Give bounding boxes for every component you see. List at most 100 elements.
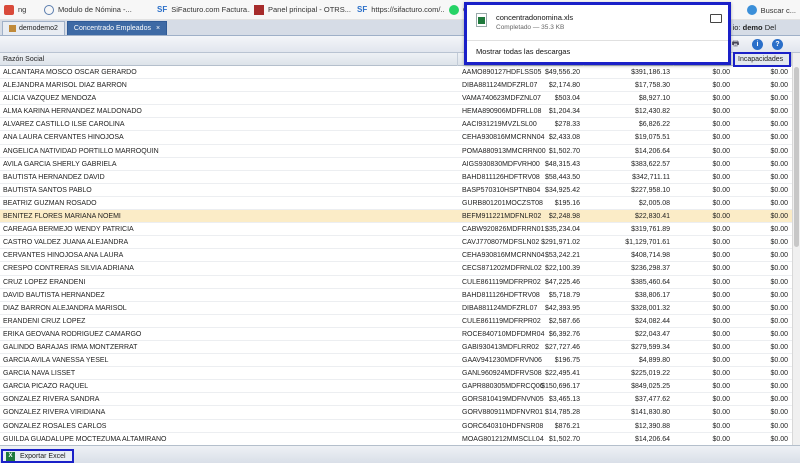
table-row[interactable]: ERANDENI CRUZ LOPEZ CULE861119MDFRPR02 $2,… (0, 315, 792, 328)
cell-incapacidades: $0.00 (770, 239, 788, 247)
cell-amount-3: $0.00 (712, 186, 730, 194)
cell-amount-3: $0.00 (712, 317, 730, 325)
table-row[interactable]: GONZALEZ RIVERA VIRIDIANA GORV880911MDFNV… (0, 406, 792, 420)
cell-amount-3: $0.00 (712, 357, 730, 365)
table-row[interactable]: ERIKA GEOVANA RODRIGUEZ CAMARGO ROCE84071… (0, 328, 792, 341)
info-icon[interactable]: i (752, 39, 763, 50)
bookmark-right[interactable]: Buscar c... (743, 0, 800, 20)
close-icon[interactable]: × (156, 25, 160, 32)
bookmark-label: Modulo de Nómina -... (58, 5, 132, 14)
cell-amount-2: $227,958.10 (631, 186, 670, 194)
table-row[interactable]: DAVID BAUTISTA HERNANDEZ BAHD811126HDFTRV… (0, 289, 792, 302)
cell-razon-social: ERIKA GEOVANA RODRIGUEZ CAMARGO (3, 330, 142, 338)
cell-amount-3: $0.00 (712, 173, 730, 181)
footer-bar: X Exportar Excel (0, 445, 800, 463)
table-row[interactable]: GARCIA NAVA LISSET GANL960924MDFRVS08 $22,… (0, 367, 792, 381)
vertical-scrollbar[interactable] (792, 53, 800, 445)
cell-incapacidades: $0.00 (770, 265, 788, 273)
table-row[interactable]: GONZALEZ ROSALES CARLOS GORC640310HDFNSR0… (0, 420, 792, 433)
news-icon (254, 4, 264, 15)
incapacidades-header[interactable]: Incapacidades (733, 52, 791, 67)
folder-icon[interactable] (710, 14, 722, 23)
table-row[interactable]: ALMA KARINA HERNANDEZ MALDONADO HEMA89090… (0, 105, 792, 119)
cell-incapacidades: $0.00 (770, 173, 788, 181)
cell-amount-3: $0.00 (712, 160, 730, 168)
download-filename[interactable]: concentradonomina.xls (496, 13, 573, 22)
table-row[interactable]: DIAZ BARRON ALEJANDRA MARISOL DIBA881124M… (0, 302, 792, 315)
table-row[interactable]: ANA LAURA CERVANTES HINOJOSA CEHA930816MM… (0, 131, 792, 145)
table-row[interactable]: GONZALEZ RIVERA SANDRA GORS810419MDFNVN05… (0, 393, 792, 407)
cell-incapacidades: $0.00 (770, 435, 788, 443)
cell-amount-2: $1,129,701.61 (625, 239, 670, 247)
cell-amount-1: $503.04 (554, 95, 580, 103)
cell-amount-2: $17,758.30 (634, 82, 670, 90)
table-row[interactable]: ANGELICA NATIVIDAD PORTILLO MARROQUIN POM… (0, 145, 792, 158)
table-row[interactable]: CAREAGA BERMEJO WENDY PATRICIA CABW920826… (0, 223, 792, 237)
globe-icon (44, 4, 54, 15)
table-row[interactable]: BEATRIZ GUZMAN ROSADO GURB801201MOCZST08 $… (0, 197, 792, 211)
export-excel-button[interactable]: X Exportar Excel (1, 449, 74, 463)
table-row[interactable]: CRESPO CONTRERAS SILVIA ADRIANA CECS87120… (0, 262, 792, 276)
download-status: Completado — 35.3 KB (496, 24, 565, 31)
cell-razon-social: ALICIA VAZQUEZ MENDOZA (3, 95, 97, 103)
cell-amount-2: $19,075.51 (634, 134, 670, 142)
cell-amount-2: $22,043.47 (634, 330, 670, 338)
help-icon[interactable]: ? (772, 39, 783, 50)
table-row[interactable]: ALVAREZ CASTILLO ILSE CAROLINA AACI931219… (0, 118, 792, 132)
table-row[interactable]: BAUTISTA HERNANDEZ DAVID BAHD811126HDFTRV… (0, 171, 792, 184)
table-row[interactable]: GARCIA AVILA VANESSA YESEL GAAV941230MDFR… (0, 354, 792, 368)
cell-amount-1: $3,465.13 (548, 396, 580, 404)
table-row[interactable]: GUILDA GUADALUPE MOCTEZUMA ALTAMIRANO MOA… (0, 433, 792, 445)
cell-amount-1: $876.21 (554, 422, 580, 430)
bookmark-item[interactable]: Modulo de Nómina -... (40, 0, 153, 20)
cell-amount-1: $6,392.76 (548, 330, 580, 338)
table-row[interactable]: ALICIA VAZQUEZ MENDOZA VAMA740623MDFZNL07… (0, 92, 792, 106)
user-suffix[interactable]: Del (765, 23, 776, 32)
table-row[interactable]: AVILA GARCIA SHERLY GABRIELA AIGS930830MD… (0, 158, 792, 171)
tab-concentrado-empleados[interactable]: Concentrado Empleados × (66, 21, 168, 35)
bookmark-item[interactable]: SF SiFacturo.com Factura... (153, 0, 250, 20)
table-row[interactable]: CASTRO VALDEZ JUANA ALEJANDRA CAVJ770807M… (0, 236, 792, 250)
cell-razon-social: ANA LAURA CERVANTES HINOJOSA (3, 134, 124, 142)
sf-icon: SF (157, 4, 168, 14)
cell-incapacidades: $0.00 (770, 69, 788, 76)
bookmark-item[interactable]: Panel principal - OTRS... (250, 0, 353, 20)
employees-grid: Razón Social ALCANTARA MOSCO OSCAR GERAR… (0, 53, 792, 445)
cell-amount-3: $0.00 (712, 82, 730, 90)
user-prefix: io: (732, 23, 743, 32)
table-row[interactable]: BENITEZ FLORES MARIANA NOEMI BEFM911221MD… (0, 210, 792, 224)
show-all-downloads-link[interactable]: Mostrar todas las descargas (476, 47, 570, 56)
cell-razon-social: GUILDA GUADALUPE MOCTEZUMA ALTAMIRANO (3, 435, 167, 443)
cell-razon-social: GARCIA NAVA LISSET (3, 370, 76, 378)
bookmark-item[interactable]: ng (0, 0, 40, 20)
printer-icon[interactable]: 🖶 (730, 39, 741, 50)
download-popup: concentradonomina.xls Completado — 35.3 … (464, 2, 731, 65)
cell-amount-1: $2,587.66 (548, 317, 580, 325)
red-square-icon (4, 4, 14, 15)
table-row[interactable]: ALCANTARA MOSCO OSCAR GERARDO AAMO890127H… (0, 66, 792, 80)
cell-razon-social: GARCIA AVILA VANESSA YESEL (3, 357, 109, 365)
cell-amount-2: $6,826.22 (638, 121, 670, 129)
cell-amount-2: $383,622.57 (631, 160, 670, 168)
scrollbar-thumb[interactable] (794, 67, 799, 247)
cell-amount-2: $385,460.64 (631, 278, 670, 286)
tab-demodemo2[interactable]: demodemo2 (2, 21, 65, 35)
cell-amount-1: $27,727.46 (544, 343, 580, 351)
cell-incapacidades: $0.00 (770, 357, 788, 365)
table-row[interactable]: BAUTISTA SANTOS PABLO BASP570310HSPTNB04 $… (0, 184, 792, 197)
cell-amount-3: $0.00 (712, 121, 730, 129)
cell-amount-1: $150,696.17 (541, 383, 580, 391)
table-row[interactable]: GARCIA PICAZO RAQUEL GAPR880305MDFRCQ06 $1… (0, 380, 792, 394)
table-row[interactable]: GALINDO BARAJAS IRMA MONTZERRAT GABI93041… (0, 341, 792, 355)
cell-amount-3: $0.00 (712, 409, 730, 417)
bookmark-item[interactable]: SF https://sifacturo.com/... (353, 0, 445, 20)
cell-amount-1: $34,925.42 (544, 186, 580, 194)
cell-amount-1: $22,495.41 (544, 370, 580, 378)
table-row[interactable]: CRUZ LOPEZ ERANDENI CULE861119MDFRPR02 $47… (0, 276, 792, 289)
cell-incapacidades: $0.00 (770, 291, 788, 299)
cell-amount-3: $0.00 (712, 239, 730, 247)
table-row[interactable]: CERVANTES HINOJOSA ANA LAURA CEHA930816MM… (0, 249, 792, 263)
table-row[interactable]: ALEJANDRA MARISOL DIAZ BARRON DIBA881124M… (0, 79, 792, 93)
cell-amount-1: $14,785.28 (544, 409, 580, 417)
column-header-razon-social[interactable]: Razón Social (0, 53, 458, 66)
